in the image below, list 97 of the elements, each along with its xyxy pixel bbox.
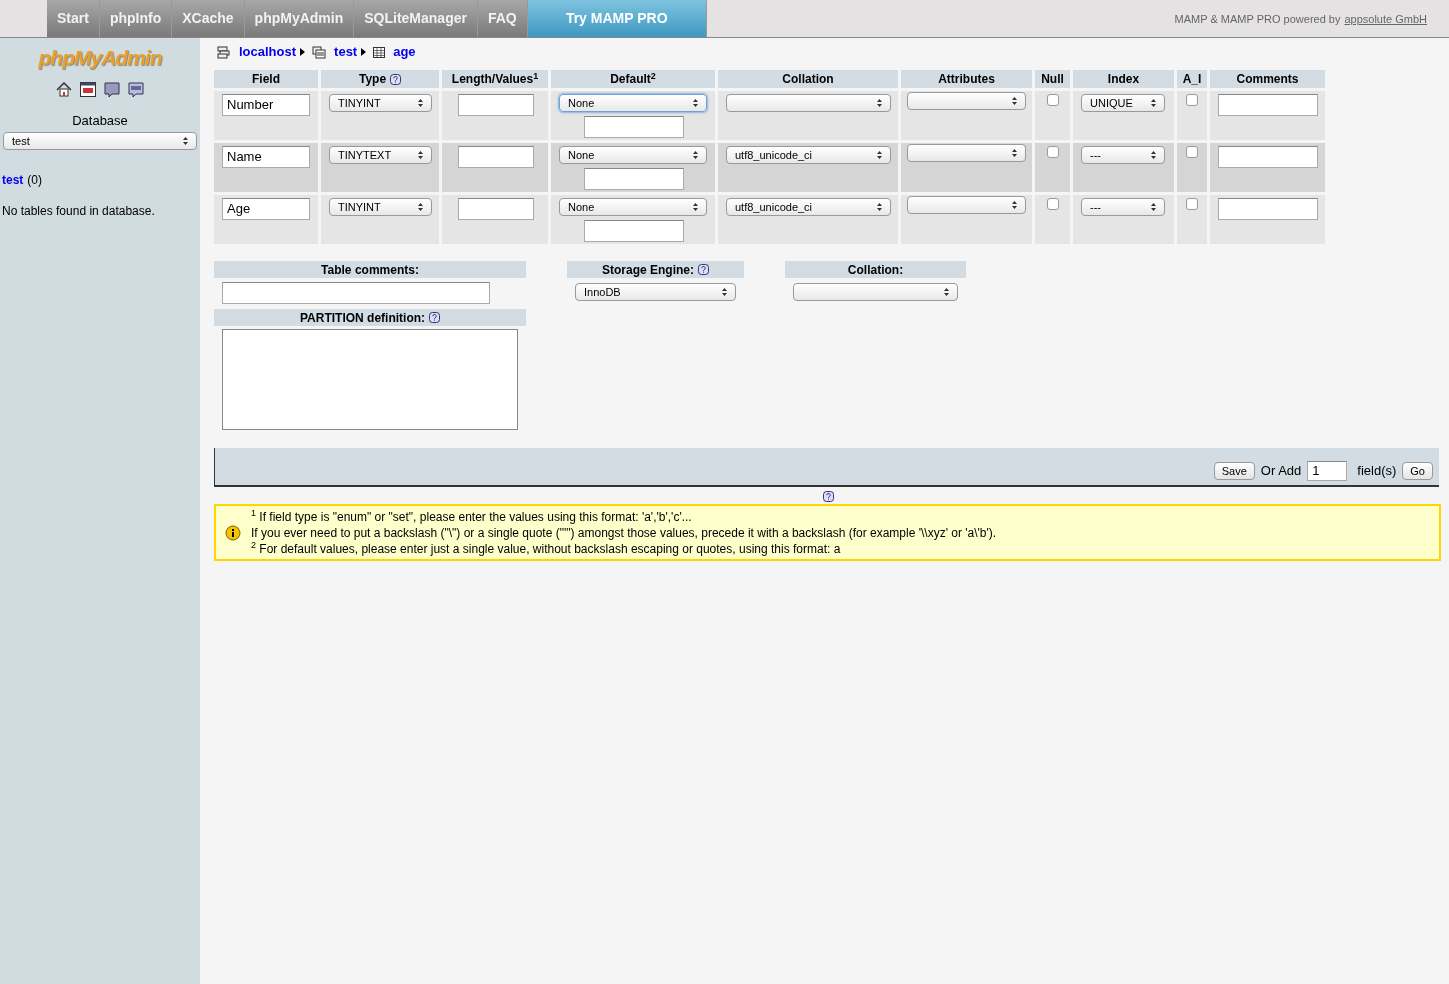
updown-arrows-icon [722,288,727,296]
checkbox[interactable] [1046,146,1059,158]
default-select[interactable]: None [559,146,707,164]
updown-arrows-icon [877,203,882,211]
default-value-input[interactable] [584,168,684,190]
go-button[interactable]: Go [1402,461,1433,480]
column-header: Length/Values$^{1}$ [442,70,548,88]
field-name-input[interactable]: Name [222,146,310,168]
updown-arrows-icon [693,99,698,107]
comments-input[interactable] [1218,94,1318,116]
notice-text: $^{2}$ For default values, please enter just a single value, without backslash escaping or quotes, using this format: a [251,540,842,557]
storage-engine-select[interactable]: InnoDB [575,283,736,301]
checkbox[interactable] [1046,94,1059,106]
collation-label: Collation: [785,261,966,278]
column-header: Type [321,70,439,88]
query-window-icon[interactable] [128,81,144,98]
index-select[interactable]: --- [1081,198,1165,216]
storage-engine-label: Storage Engine: [567,261,744,278]
updown-arrows-icon [1151,203,1156,211]
table-count: (0) [27,172,42,189]
default-select[interactable]: None [559,198,707,216]
updown-arrows-icon [418,99,423,107]
collation-select[interactable]: utf8_unicode_ci [726,146,891,164]
length-input[interactable] [458,146,534,168]
arrow-icon [300,48,306,56]
default-select[interactable]: None [559,94,707,112]
save-button[interactable]: Save [1213,461,1255,480]
table-icon [373,46,386,58]
length-input[interactable] [458,198,534,220]
index-select[interactable]: UNIQUE [1081,94,1165,112]
column-header: Default$^{2}$ [551,70,715,88]
notice-text: $^{1}$ If field type is "enum" or "set", please enter the values using this format: 'a','b','c'... [251,508,693,525]
checkbox[interactable] [1046,198,1059,210]
collation-select[interactable]: utf8_unicode_ci [726,198,891,216]
database-label: Database [72,111,128,130]
partition-textarea[interactable] [222,329,518,430]
collation-select[interactable] [726,94,891,112]
index-select[interactable]: --- [1081,146,1165,164]
length-input[interactable] [458,94,534,116]
updown-arrows-icon [1151,99,1156,107]
column-header: Collation [718,70,898,88]
checkbox[interactable] [1186,198,1198,210]
updown-arrows-icon [693,203,698,211]
field-name-input[interactable]: Number [222,94,310,116]
notice-text: If you ever need to put a backslash ("\") or a single quote ("'") amongst those values, precede it with a backslash (for example '\\xyz' or 'a\'b'). [251,524,997,541]
attributes-select[interactable] [907,144,1026,162]
credit-text: MAMP & MAMP PRO powered by [1174,12,1341,27]
comments-input[interactable] [1218,198,1318,220]
updown-arrows-icon [1012,201,1017,209]
checkbox[interactable] [1186,146,1198,158]
type-select[interactable]: TINYINT [329,198,432,216]
column-header: Index [1073,70,1174,88]
updown-arrows-icon [418,203,423,211]
comments-input[interactable] [1218,146,1318,168]
checkbox[interactable] [1186,94,1198,106]
column-header: Null [1035,70,1070,88]
or-add-label: Or Add [1260,461,1302,480]
updown-arrows-icon [1012,97,1017,105]
updown-arrows-icon [877,151,882,159]
updown-arrows-icon [1151,151,1156,159]
home-icon[interactable] [56,81,72,97]
field-count-input[interactable]: 1 [1307,460,1348,481]
updown-arrows-icon [1012,149,1017,157]
default-value-input[interactable] [584,220,684,242]
updown-arrows-icon [693,151,698,159]
type-select[interactable]: TINYINT [329,94,432,112]
column-header: A_I [1177,70,1207,88]
attributes-select[interactable] [907,92,1026,110]
field-name-input[interactable]: Age [222,198,310,220]
database-select[interactable]: test [3,132,197,150]
breadcrumb-link[interactable]: localhost [239,42,297,62]
column-header: Comments [1210,70,1325,88]
updown-arrows-icon [877,99,882,107]
arrow-icon [361,48,367,56]
column-header: Field [214,70,318,88]
updown-arrows-icon [183,137,188,145]
updown-arrows-icon [418,151,423,159]
logo: phpMyAdmin [38,45,162,71]
type-select[interactable]: TINYTEXT [329,146,432,164]
database-link[interactable]: test [2,171,24,189]
table-comments-input[interactable] [222,282,490,304]
breadcrumb-link[interactable]: age [393,42,416,62]
breadcrumb-link[interactable]: test [334,42,358,62]
column-header: Attributes [901,70,1032,88]
sql-window-icon[interactable] [80,81,96,97]
partition-label: PARTITION definition: [214,309,526,326]
database-icon [312,45,327,59]
fields-label: field(s) [1357,461,1397,480]
default-value-input[interactable] [584,116,684,138]
empty-database-note: No tables found in database. [2,203,155,220]
credit-link[interactable]: appsolute GmbH [1344,11,1427,28]
updown-arrows-icon [944,288,949,296]
attributes-select[interactable] [907,196,1026,214]
info-icon [225,524,241,541]
table-collation-select[interactable] [793,283,958,301]
table-comments-label: Table comments: [214,261,526,278]
server-icon [217,45,231,59]
